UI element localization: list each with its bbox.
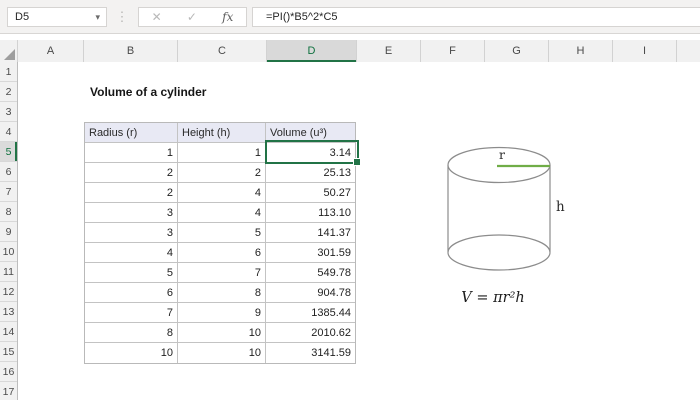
cell-b6[interactable]: 2 — [85, 163, 178, 183]
cell-c6[interactable]: 2 — [178, 163, 266, 183]
table-row: 8 10 2010.62 — [85, 323, 355, 343]
volume-formula: V = πr²h — [461, 290, 525, 306]
formula-bar: D5 ▾ ⋮ ✕ ✓ fx =PI()*B5^2*C5 — [0, 0, 700, 34]
cell-c12[interactable]: 8 — [178, 283, 266, 303]
select-all-icon — [4, 49, 15, 60]
formula-text: =PI()*B5^2*C5 — [266, 11, 338, 23]
row-header-14[interactable]: 14 — [0, 322, 17, 342]
column-header-f[interactable]: F — [421, 40, 485, 62]
row-header-4[interactable]: 4 — [0, 122, 17, 142]
formula-buttons: ✕ ✓ fx — [138, 7, 247, 27]
cell-d13[interactable]: 1385.44 — [266, 303, 355, 323]
cell-c15[interactable]: 10 — [178, 343, 266, 363]
select-all-corner[interactable] — [0, 40, 18, 62]
table-row: 1 1 3.14 — [85, 143, 355, 163]
row-header-8[interactable]: 8 — [0, 202, 17, 222]
table-row: 3 4 113.10 — [85, 203, 355, 223]
row-header-17[interactable]: 17 — [0, 382, 17, 400]
more-options-icon: ⋮ — [115, 9, 129, 24]
insert-function-icon[interactable]: fx — [222, 10, 233, 24]
table-row: 2 2 25.13 — [85, 163, 355, 183]
table-row: 6 8 904.78 — [85, 283, 355, 303]
cell-d5-selected[interactable]: 3.14 — [266, 143, 355, 163]
column-headers: A B C D E F G H I — [0, 40, 700, 62]
cell-c5[interactable]: 1 — [178, 143, 266, 163]
table-row: 3 5 141.37 — [85, 223, 355, 243]
formula-input[interactable]: =PI()*B5^2*C5 — [252, 7, 700, 27]
cell-c7[interactable]: 4 — [178, 183, 266, 203]
column-header-e[interactable]: E — [357, 40, 421, 62]
header-height[interactable]: Height (h) — [178, 123, 266, 143]
cell-b12[interactable]: 6 — [85, 283, 178, 303]
excel-window: D5 ▾ ⋮ ✕ ✓ fx =PI()*B5^2*C5 A B C D E F … — [0, 0, 700, 400]
cell-c8[interactable]: 4 — [178, 203, 266, 223]
cell-b15[interactable]: 10 — [85, 343, 178, 363]
row-header-10[interactable]: 10 — [0, 242, 17, 262]
cell-d7[interactable]: 50.27 — [266, 183, 355, 203]
column-header-d-selected[interactable]: D — [267, 40, 357, 62]
chevron-down-icon[interactable]: ▾ — [95, 12, 106, 23]
cylinder-shape — [447, 146, 551, 271]
enter-icon[interactable]: ✓ — [187, 10, 197, 24]
cell-d12[interactable]: 904.78 — [266, 283, 355, 303]
cell-c13[interactable]: 9 — [178, 303, 266, 323]
radius-label: r — [499, 147, 505, 162]
row-header-9[interactable]: 9 — [0, 222, 17, 242]
header-radius[interactable]: Radius (r) — [85, 123, 178, 143]
row-header-5-selected[interactable]: 5 — [0, 142, 17, 162]
cell-c9[interactable]: 5 — [178, 223, 266, 243]
row-header-1[interactable]: 1 — [0, 62, 17, 82]
row-header-11[interactable]: 11 — [0, 262, 17, 282]
cancel-icon[interactable]: ✕ — [152, 10, 162, 24]
cell-b13[interactable]: 7 — [85, 303, 178, 323]
column-header-b[interactable]: B — [84, 40, 178, 62]
name-box[interactable]: D5 ▾ — [7, 7, 107, 27]
header-volume[interactable]: Volume (u³) — [266, 123, 355, 143]
cell-d6[interactable]: 25.13 — [266, 163, 355, 183]
row-header-3[interactable]: 3 — [0, 102, 17, 122]
height-label: h — [556, 199, 565, 215]
column-header-partial[interactable] — [677, 40, 700, 62]
cell-b10[interactable]: 4 — [85, 243, 178, 263]
row-header-12[interactable]: 12 — [0, 282, 17, 302]
column-header-i[interactable]: I — [613, 40, 677, 62]
cell-b9[interactable]: 3 — [85, 223, 178, 243]
row-header-6[interactable]: 6 — [0, 162, 17, 182]
table-row: 7 9 1385.44 — [85, 303, 355, 323]
table-row: 10 10 3141.59 — [85, 343, 355, 363]
table-header-row: Radius (r) Height (h) Volume (u³) — [85, 123, 355, 143]
column-header-c[interactable]: C — [178, 40, 267, 62]
cell-c10[interactable]: 6 — [178, 243, 266, 263]
cell-d8[interactable]: 113.10 — [266, 203, 355, 223]
table-row: 5 7 549.78 — [85, 263, 355, 283]
cell-d11[interactable]: 549.78 — [266, 263, 355, 283]
row-header-16[interactable]: 16 — [0, 362, 17, 382]
cell-b14[interactable]: 8 — [85, 323, 178, 343]
cell-b8[interactable]: 3 — [85, 203, 178, 223]
column-header-a[interactable]: A — [18, 40, 84, 62]
cell-c11[interactable]: 7 — [178, 263, 266, 283]
cell-d9[interactable]: 141.37 — [266, 223, 355, 243]
cell-d14[interactable]: 2010.62 — [266, 323, 355, 343]
cell-d10[interactable]: 301.59 — [266, 243, 355, 263]
cell-b5[interactable]: 1 — [85, 143, 178, 163]
table-row: 2 4 50.27 — [85, 183, 355, 203]
cell-b11[interactable]: 5 — [85, 263, 178, 283]
name-box-value: D5 — [15, 11, 30, 23]
row-headers: 1 2 3 4 5 6 7 8 9 10 11 12 13 14 15 16 1… — [0, 62, 18, 400]
table-row: 4 6 301.59 — [85, 243, 355, 263]
cell-b7[interactable]: 2 — [85, 183, 178, 203]
cell-d15[interactable]: 3141.59 — [266, 343, 355, 363]
cell-c14[interactable]: 10 — [178, 323, 266, 343]
sheet-title[interactable]: Volume of a cylinder — [90, 85, 206, 99]
column-header-h[interactable]: H — [549, 40, 613, 62]
row-header-15[interactable]: 15 — [0, 342, 17, 362]
row-header-2[interactable]: 2 — [0, 82, 17, 102]
row-header-7[interactable]: 7 — [0, 182, 17, 202]
column-header-g[interactable]: G — [485, 40, 549, 62]
data-table: Radius (r) Height (h) Volume (u³) 1 1 3.… — [84, 122, 356, 364]
row-header-13[interactable]: 13 — [0, 302, 17, 322]
cylinder-drawing[interactable]: r h V = πr²h — [420, 138, 600, 323]
